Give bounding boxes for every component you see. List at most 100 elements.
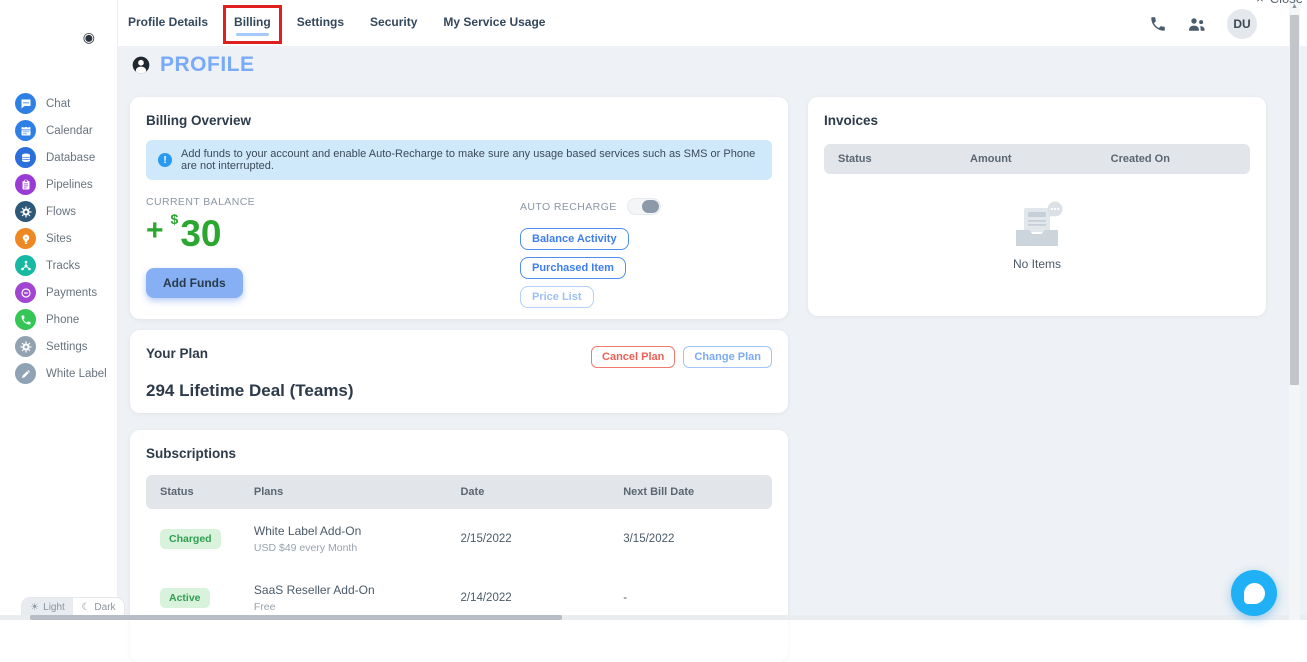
sidebar-pin-icon[interactable]: ◉ [83, 30, 95, 44]
billing-info-alert: ! Add funds to your account and enable A… [146, 140, 772, 180]
subscription-date: 2/15/2022 [460, 533, 512, 545]
subscription-date: 2/14/2022 [460, 592, 512, 604]
purchased-item-button[interactable]: Purchased Item [520, 257, 626, 279]
status-badge: Charged [160, 529, 221, 549]
vertical-scrollbar: ▲ [1289, 0, 1300, 620]
subscription-plan-name: White Label Add-On [253, 524, 362, 538]
chat-launcher-button[interactable] [1231, 570, 1277, 616]
tab-profile-details[interactable]: Profile Details [128, 0, 208, 29]
sidebar-item-tracks[interactable]: Tracks [0, 252, 117, 279]
tab-settings[interactable]: Settings [297, 0, 344, 29]
subscription-next-bill-date: - [623, 592, 628, 604]
invoices-col-amount: Amount [970, 153, 1012, 165]
user-avatar[interactable]: DU [1227, 9, 1257, 39]
settings-gear-icon [15, 336, 36, 357]
sun-icon: ☀ [30, 601, 40, 613]
sidebar-item-database[interactable]: Database [0, 144, 117, 171]
tab-my-service-usage[interactable]: My Service Usage [443, 0, 545, 29]
subscription-plan-price: USD $49 every Month [253, 542, 358, 554]
sidebar-item-payments[interactable]: Payments [0, 279, 117, 306]
billing-alert-text: Add funds to your account and enable Aut… [181, 148, 756, 172]
topbar-actions: DU [1149, 9, 1257, 39]
sidebar-item-flows[interactable]: Flows [0, 198, 117, 225]
empty-inbox-icon [1008, 200, 1066, 250]
sidebar-item-label: Chat [46, 97, 71, 110]
sidebar-item-label: Payments [46, 286, 98, 299]
your-plan-title: Your Plan [146, 346, 209, 361]
sidebar-item-sites[interactable]: Sites [0, 225, 117, 252]
phone-icon [15, 309, 36, 330]
subscriptions-card: Subscriptions Status Plans Date Next Bil… [130, 430, 788, 662]
sidebar-item-label: Calendar [46, 124, 93, 137]
sidebar-item-pipelines[interactable]: Pipelines [0, 171, 117, 198]
chat-bubble-icon [1243, 582, 1265, 604]
invoices-table-header: Status Amount Created On [824, 144, 1250, 174]
sidebar-item-phone[interactable]: Phone [0, 306, 117, 333]
subscriptions-table-header: Status Plans Date Next Bill Date [146, 475, 772, 509]
sidebar-nav: Chat Calendar Database Pipelines Flows S… [0, 90, 117, 387]
invoices-title: Invoices [824, 113, 879, 128]
current-balance-value: + $30 [146, 211, 222, 254]
sidebar-item-label: Sites [46, 232, 72, 245]
invoices-card: Invoices Status Amount Created On No Ite… [808, 97, 1266, 316]
sidebar-item-settings[interactable]: Settings [0, 333, 117, 360]
sites-icon [15, 228, 36, 249]
theme-dark-label: Dark [94, 601, 116, 613]
sidebar-item-label: Settings [46, 340, 88, 353]
sidebar-item-label: Phone [46, 313, 80, 326]
sidebar-item-white-label[interactable]: White Label [0, 360, 117, 387]
subscription-next-bill-date: 3/15/2022 [623, 533, 675, 545]
close-overlay-button[interactable]: × Close [1256, 0, 1303, 6]
current-balance-label: CURRENT BALANCE [146, 196, 256, 208]
theme-toggle: ☀ Light ☾ Dark [21, 597, 125, 616]
invoices-empty-state: No Items [824, 200, 1250, 271]
theme-light-label: Light [43, 601, 65, 613]
theme-dark-button[interactable]: ☾ Dark [73, 598, 124, 616]
price-list-button[interactable]: Price List [520, 286, 594, 308]
pipelines-icon [15, 174, 36, 195]
close-icon: × [1256, 0, 1264, 6]
auto-recharge-toggle[interactable] [626, 198, 661, 215]
page-title: PROFILE [160, 53, 255, 76]
sidebar-item-label: Pipelines [46, 178, 93, 191]
sidebar: ◉ Chat Calendar Database Pipelines Flows… [0, 0, 125, 620]
tab-security[interactable]: Security [370, 0, 417, 29]
subs-col-next-bill-date: Next Bill Date [623, 486, 695, 498]
add-funds-button[interactable]: Add Funds [146, 268, 243, 298]
your-plan-card: Your Plan Cancel Plan Change Plan 294 Li… [130, 330, 788, 413]
subscription-plan-name: SaaS Reseller Add-On [253, 583, 375, 597]
sidebar-item-label: White Label [46, 367, 107, 380]
tracks-icon [15, 255, 36, 276]
profile-tabs: Profile Details Billing Settings Securit… [128, 0, 545, 46]
horizontal-scrollbar [0, 615, 1307, 620]
subscription-plan-price: Free [253, 601, 276, 613]
vertical-scrollbar-thumb[interactable] [1290, 15, 1299, 385]
invoices-col-status: Status [838, 153, 872, 165]
subs-col-status: Status [160, 486, 194, 498]
subscription-row: Charged White Label Add-On USD $49 every… [146, 509, 772, 568]
profile-icon [131, 55, 151, 75]
phone-dialer-icon[interactable] [1149, 15, 1167, 33]
horizontal-scrollbar-thumb[interactable] [30, 615, 562, 620]
balance-activity-button[interactable]: Balance Activity [520, 228, 629, 250]
tab-billing[interactable]: Billing [223, 0, 282, 44]
database-icon [15, 147, 36, 168]
invoices-empty-text: No Items [1012, 257, 1061, 271]
change-plan-button[interactable]: Change Plan [683, 346, 772, 368]
subs-col-plans: Plans [253, 486, 284, 498]
sidebar-item-label: Database [46, 151, 96, 164]
subscriptions-title: Subscriptions [146, 446, 237, 461]
sidebar-item-chat[interactable]: Chat [0, 90, 117, 117]
sidebar-item-label: Flows [46, 205, 77, 218]
sidebar-item-calendar[interactable]: Calendar [0, 117, 117, 144]
sidebar-item-label: Tracks [46, 259, 81, 272]
auto-recharge-label: AUTO RECHARGE [520, 200, 617, 213]
plan-name: 294 Lifetime Deal (Teams) [146, 381, 354, 400]
contacts-icon[interactable] [1187, 15, 1207, 33]
main-content: Profile Details Billing Settings Securit… [118, 0, 1307, 662]
subs-col-date: Date [460, 486, 485, 498]
cancel-plan-button[interactable]: Cancel Plan [591, 346, 676, 368]
close-label: Close [1270, 0, 1303, 6]
theme-light-button[interactable]: ☀ Light [22, 598, 73, 616]
chat-icon [15, 93, 36, 114]
